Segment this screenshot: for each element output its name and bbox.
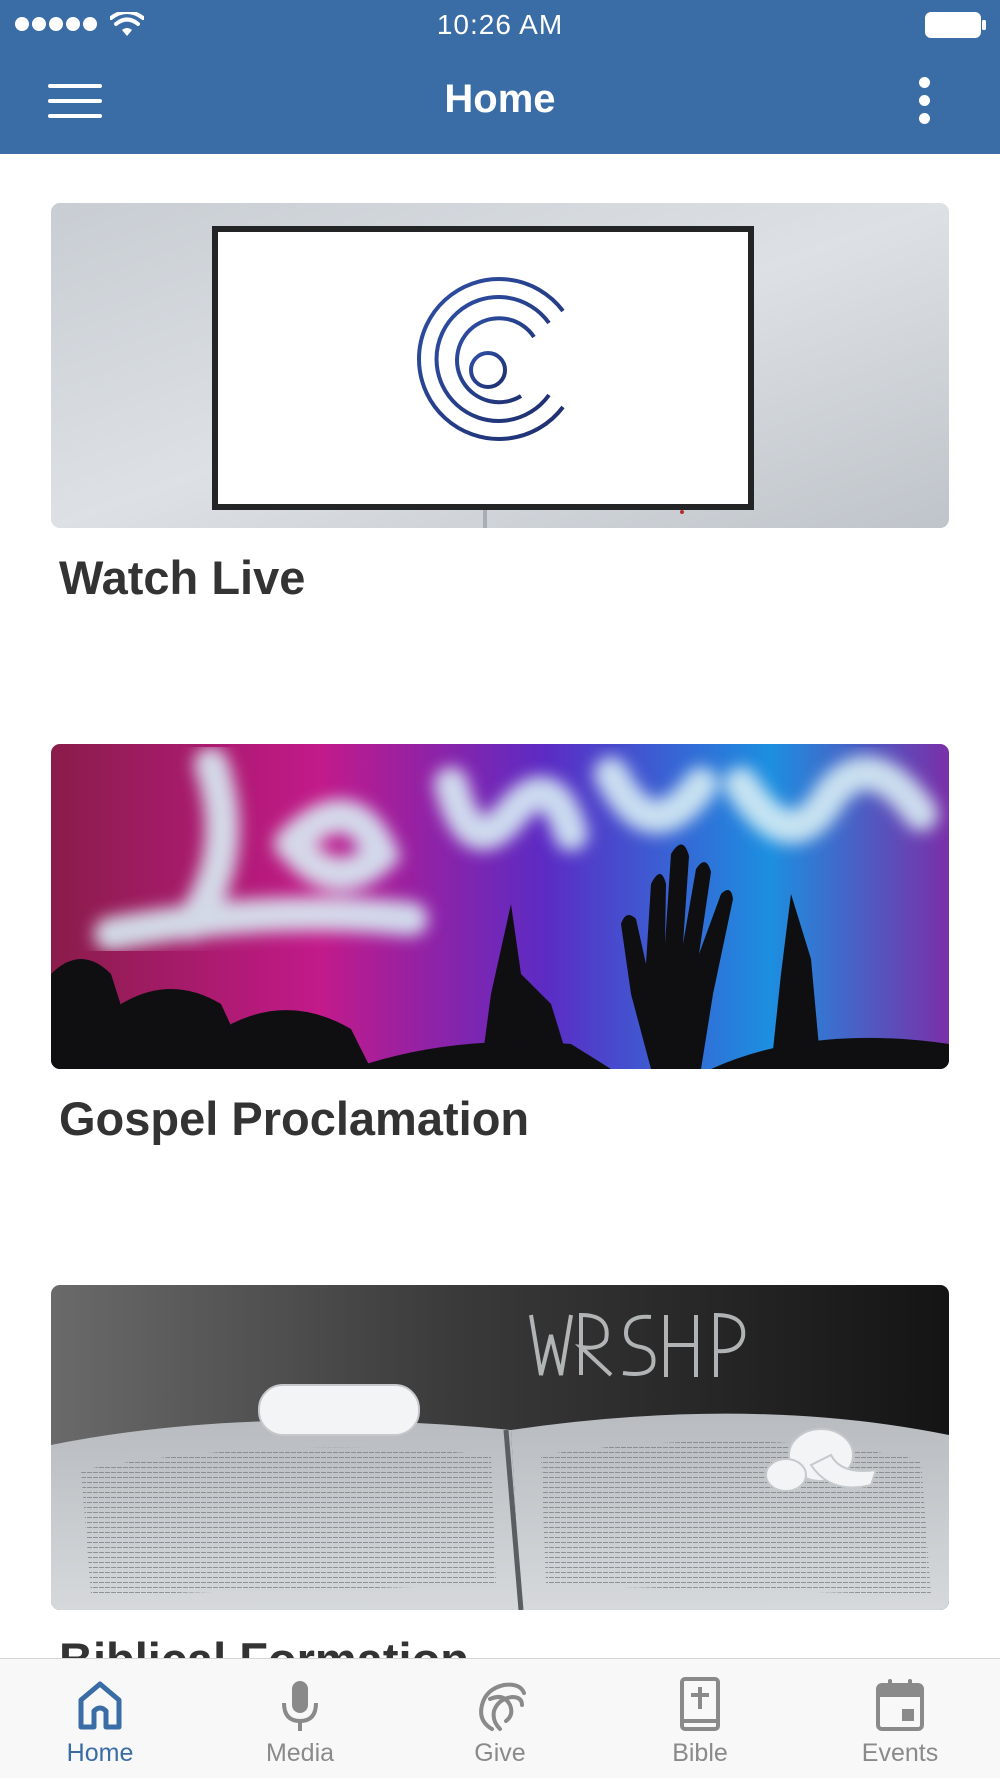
card-gospel-proclamation[interactable]: Gospel Proclamation [51, 744, 949, 1146]
tab-give[interactable]: Give [400, 1659, 600, 1778]
card-image-open-bible[interactable] [51, 1285, 949, 1610]
bottom-tab-bar: Home Media Give Bible Events [0, 1658, 1000, 1778]
tab-media[interactable]: Media [200, 1659, 400, 1778]
bible-icon [680, 1677, 720, 1731]
card-biblical-formation[interactable]: Biblical Formation [51, 1285, 949, 1658]
card-image-worship-hands[interactable] [51, 744, 949, 1069]
tab-bible[interactable]: Bible [600, 1659, 800, 1778]
tab-label: Media [265, 1739, 335, 1767]
app-header: 10:26 AM Home [0, 0, 1000, 154]
tab-label: Events [861, 1739, 939, 1767]
tab-label: Give [474, 1739, 526, 1767]
home-icon [78, 1681, 122, 1730]
card-watch-live[interactable]: Watch Live [51, 203, 949, 605]
more-vertical-icon[interactable] [910, 74, 940, 128]
calendar-icon [876, 1679, 924, 1731]
status-bar: 10:26 AM [0, 0, 1000, 50]
page-title: Home [444, 77, 556, 121]
card-title: Biblical Formation [59, 1632, 949, 1658]
home-feed[interactable]: Watch Live Gospel Proclamation [0, 154, 1000, 1658]
tab-home[interactable]: Home [0, 1659, 200, 1778]
give-icon [479, 1682, 526, 1731]
status-time: 10:26 AM [436, 9, 564, 40]
card-title: Watch Live [59, 551, 306, 604]
card-title: Gospel Proclamation [59, 1092, 530, 1145]
tab-events[interactable]: Events [800, 1659, 1000, 1778]
tab-label: Bible [672, 1739, 728, 1767]
tab-label: Home [66, 1739, 134, 1767]
card-image-tv-screen[interactable] [51, 203, 949, 528]
navigation-bar: Home [0, 50, 1000, 154]
microphone-icon [282, 1681, 318, 1731]
battery-icon [925, 12, 986, 38]
